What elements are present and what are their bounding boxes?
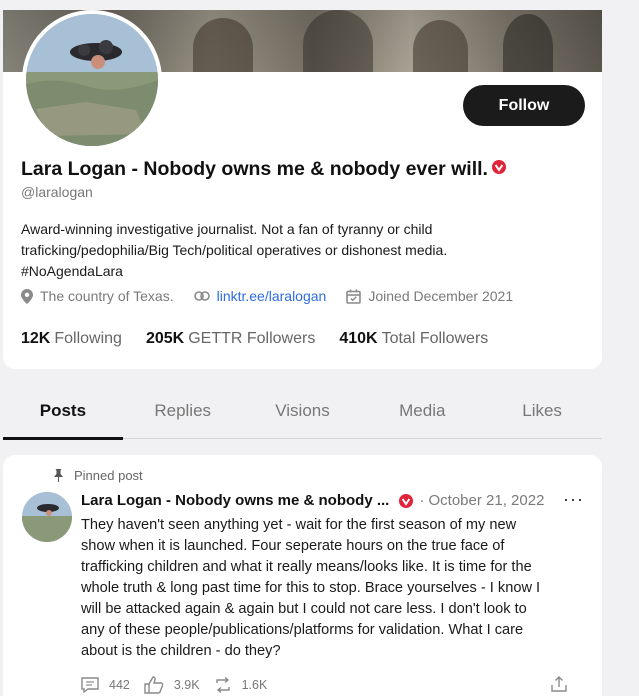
post-text-line: They haven't seen anything yet - wait fo… xyxy=(81,517,517,533)
thumbs-up-icon xyxy=(144,676,164,694)
bio-line: traficking/pedophilia/Big Tech/political… xyxy=(21,242,448,258)
pinned-post-card[interactable]: Pinned post Lara Logan - Nobody owns me … xyxy=(3,455,602,696)
post-actions: 442 3.9K 1.6K xyxy=(81,676,591,694)
repost-icon xyxy=(215,677,230,693)
tab-likes[interactable]: Likes xyxy=(482,386,602,438)
profile-avatar[interactable] xyxy=(22,10,162,150)
tab-media[interactable]: Media xyxy=(362,386,482,438)
profile-tabs: Posts Replies Visions Media Likes xyxy=(3,386,602,440)
tab-posts[interactable]: Posts xyxy=(3,386,123,440)
post-text-line: about is the children - do they? xyxy=(81,643,281,659)
profile-bio: Award-winning investigative journalist. … xyxy=(21,219,581,282)
profile-location: The country of Texas. xyxy=(21,288,174,304)
repost-count: 1.6K xyxy=(241,678,268,692)
profile-link[interactable]: linktr.ee/laralogan xyxy=(193,288,326,304)
verified-badge-icon xyxy=(491,157,506,174)
profile-stats: 12K Following 205K GETTR Followers 410K Tot… xyxy=(21,330,512,348)
post-text-line: show when it is launched. Four seperate … xyxy=(81,538,505,554)
profile-card: Follow Lara Logan - Nobody owns me & nob… xyxy=(3,10,602,369)
profile-joined: Joined December 2021 xyxy=(346,288,513,304)
comment-icon xyxy=(81,677,99,693)
more-options-icon[interactable]: ··· xyxy=(563,489,584,510)
post-text-line: any of these people/publications/platfor… xyxy=(81,622,524,638)
bio-line: Award-winning investigative journalist. … xyxy=(21,221,433,237)
pin-icon xyxy=(54,469,63,482)
post-text-line: whole truth & long past time for this to… xyxy=(81,580,541,596)
location-pin-icon xyxy=(21,288,33,304)
share-button[interactable] xyxy=(551,676,577,692)
like-button[interactable]: 3.9K xyxy=(144,676,200,694)
tab-replies[interactable]: Replies xyxy=(123,386,243,438)
stat-total-followers[interactable]: 410K Total Followers xyxy=(339,330,488,348)
post-author-name[interactable]: Lara Logan - Nobody owns me & nobody ... xyxy=(81,492,389,509)
share-icon xyxy=(551,676,567,692)
follow-button[interactable]: Follow xyxy=(463,85,585,126)
post-text-line: trafficking children and what it really … xyxy=(81,559,532,575)
bio-hashtag[interactable]: #NoAgendaLara xyxy=(21,261,581,282)
stat-following[interactable]: 12K Following xyxy=(21,330,122,348)
like-count: 3.9K xyxy=(173,678,200,692)
post-date[interactable]: · October 21, 2022 xyxy=(419,492,544,509)
link-icon xyxy=(193,291,210,301)
repost-button[interactable]: 1.6K xyxy=(214,677,268,693)
stat-gettr-followers[interactable]: 205K GETTR Followers xyxy=(146,330,315,348)
profile-meta: The country of Texas. linktr.ee/laraloga… xyxy=(21,288,533,304)
calendar-icon xyxy=(346,289,362,304)
comment-button[interactable]: 442 xyxy=(81,677,130,693)
tab-visions[interactable]: Visions xyxy=(243,386,363,438)
verified-badge-icon xyxy=(399,493,414,508)
post-text-line: will be attacked again & again but I cou… xyxy=(81,601,527,617)
comment-count: 442 xyxy=(109,678,130,692)
post-author-avatar[interactable] xyxy=(22,492,72,542)
pinned-indicator: Pinned post xyxy=(53,468,143,483)
profile-display-name: Lara Logan - Nobody owns me & nobody eve… xyxy=(21,157,506,181)
post-header: Lara Logan - Nobody owns me & nobody ...… xyxy=(81,492,544,509)
profile-handle: @laralogan xyxy=(21,184,93,200)
post-body: They haven't seen anything yet - wait fo… xyxy=(81,515,591,662)
